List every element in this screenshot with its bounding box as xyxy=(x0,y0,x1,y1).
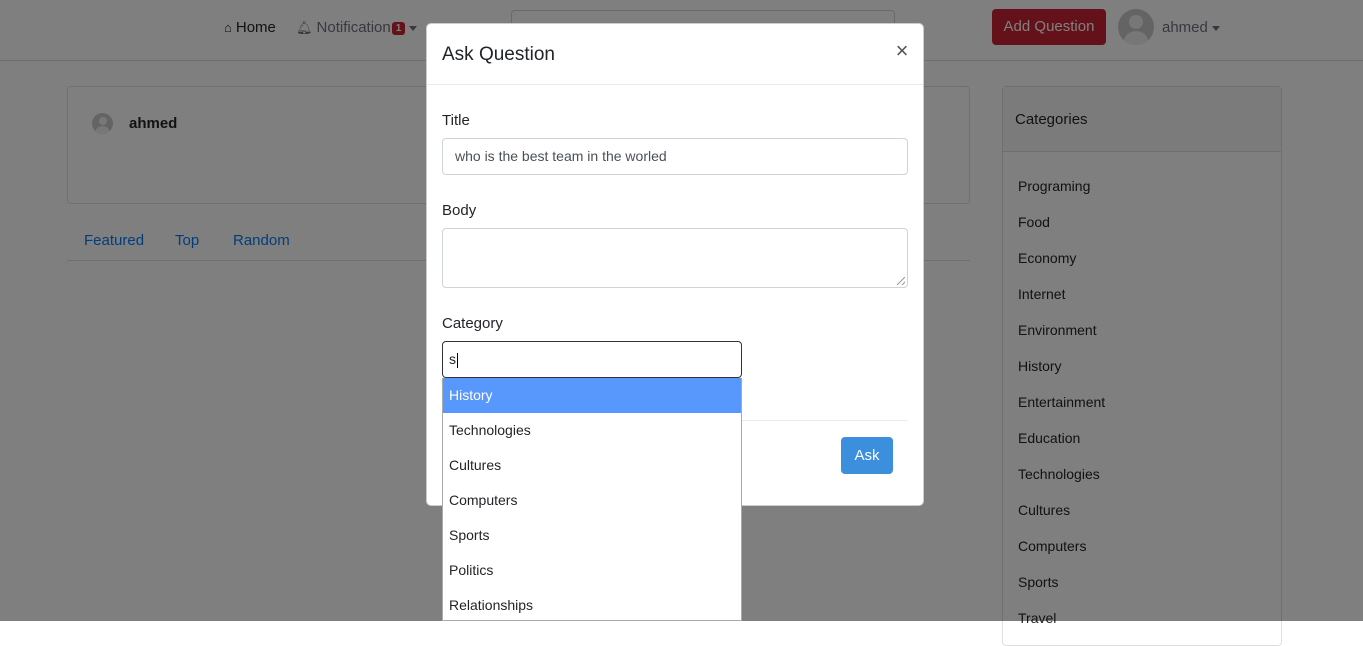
dropdown-option-highlighted[interactable]: History xyxy=(443,378,741,413)
dropdown-option[interactable]: Technologies xyxy=(443,413,741,448)
category-search-input[interactable]: s xyxy=(442,341,742,378)
dropdown-option[interactable]: Politics xyxy=(443,553,741,588)
category-label: Category xyxy=(442,315,503,332)
title-field[interactable]: who is the best team in the worled xyxy=(442,138,908,175)
ask-button[interactable]: Ask xyxy=(841,437,893,474)
body-label: Body xyxy=(442,202,477,219)
modal-header: Ask Question × xyxy=(427,24,923,85)
text-cursor xyxy=(457,352,458,368)
category-dropdown: History Technologies Cultures Computers … xyxy=(442,378,742,621)
category-input-value: s xyxy=(449,351,456,367)
dropdown-option[interactable]: Cultures xyxy=(443,448,741,483)
dropdown-option[interactable]: Computers xyxy=(443,483,741,518)
body-textarea[interactable] xyxy=(442,228,908,288)
title-label: Title xyxy=(442,112,470,129)
dropdown-option[interactable]: Relationships xyxy=(443,588,741,620)
close-icon[interactable]: × xyxy=(890,38,914,64)
dropdown-option[interactable]: Sports xyxy=(443,518,741,553)
resize-handle[interactable] xyxy=(897,277,905,285)
modal-title: Ask Question xyxy=(442,44,555,65)
